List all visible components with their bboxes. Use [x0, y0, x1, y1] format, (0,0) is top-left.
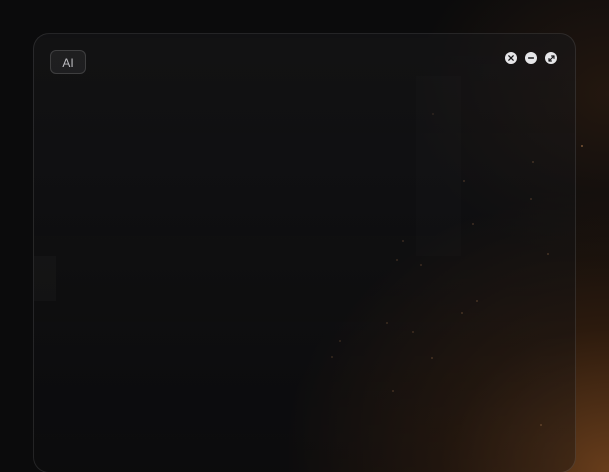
close-button[interactable]: [505, 52, 517, 64]
expand-button[interactable]: [545, 52, 557, 64]
expand-icon: [547, 54, 555, 62]
window-controls: [505, 52, 557, 64]
minus-icon: [528, 57, 534, 59]
background-stage: AI: [0, 0, 609, 472]
close-icon: [508, 55, 514, 61]
minimize-button[interactable]: [525, 52, 537, 64]
background-grid: [34, 34, 575, 437]
ai-badge[interactable]: AI: [50, 50, 86, 74]
app-window: AI: [33, 33, 576, 472]
